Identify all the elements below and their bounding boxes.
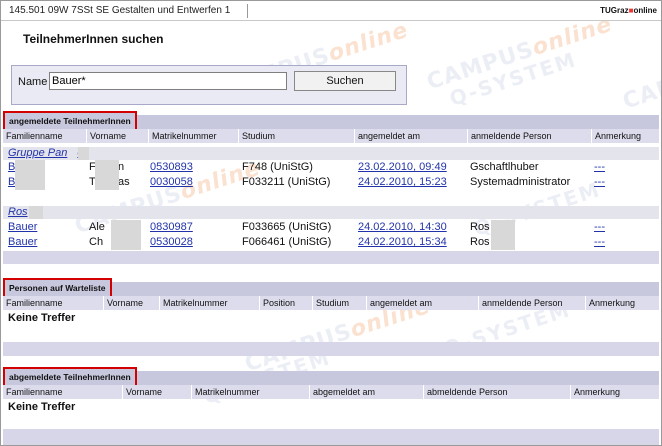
redacted-block [95,160,119,190]
column-header[interactable]: Studium [312,296,366,310]
column-header[interactable]: Studium [238,129,354,143]
anmerkung-link[interactable]: --- [594,161,605,173]
matrikelnummer-link[interactable]: 0530028 [150,236,193,248]
column-header[interactable]: Position [259,296,312,310]
anmeldende-person: Ros [470,236,490,248]
table-header-waitlist: Familienname Vorname Matrikelnummer Posi… [3,296,659,310]
redacted-block [491,220,515,250]
angemeldet-am-link[interactable]: 23.02.2010, 09:49 [358,161,447,173]
vorname: Ale [89,221,105,233]
studium: F033211 (UniStG) [242,176,331,188]
group-link[interactable]: Gruppe Paner [8,147,87,159]
column-header[interactable]: Anmerkung [591,129,659,143]
watermark-q-system: Q-SYSTEM [446,47,580,111]
studium: F748 (UniStG) [242,161,313,173]
empty-result-text: Keine Treffer [8,401,76,413]
matrikelnummer-link[interactable]: 0030058 [150,176,193,188]
group-row: Gruppe Paner [3,147,659,160]
name-label: Name [18,76,48,88]
column-header[interactable]: Vorname [122,385,191,399]
column-header[interactable]: Matrikelnummer [191,385,309,399]
anmeldende-person: Systemadministrator [470,176,571,188]
tugraz-online-logo[interactable]: TUGraz■online [600,6,657,15]
section-title-registered: angemeldete TeilnehmerInnen [3,111,137,131]
column-header[interactable]: Anmerkung [570,385,659,399]
application-window: CAMPUSonline CAMPUSonline Q-SYSTEM CAMPU… [0,0,662,446]
section-title-deregistered: abgemeldete TeilnehmerInnen [3,367,137,387]
search-panel: Name Suchen [11,65,407,105]
anmerkung-link[interactable]: --- [594,236,605,248]
redacted-block [78,147,89,160]
column-header[interactable]: angemeldet am [366,296,478,310]
top-bar: 145.501 09W 7SSt SE Gestalten und Entwer… [1,1,661,21]
column-header[interactable]: anmeldende Person [478,296,585,310]
column-header[interactable]: Matrikelnummer [159,296,259,310]
watermark-campus-online: CAMPUSonline [423,11,616,96]
matrikelnummer-link[interactable]: 0830987 [150,221,193,233]
table-header-deregistered: Familienname Vorname Matrikelnummer abge… [3,385,659,399]
column-header[interactable]: anmeldende Person [467,129,591,143]
anmeldende-person: Gschaftlhuber [470,161,539,173]
column-header[interactable]: Vorname [103,296,159,310]
angemeldet-am-link[interactable]: 24.02.2010, 14:30 [358,221,447,233]
anmerkung-link[interactable]: --- [594,176,605,188]
familienname-link[interactable]: Bauer [8,221,37,233]
group-link[interactable]: Ros [8,206,28,218]
watermark-campus-online: CAMPUS [619,56,662,115]
column-header[interactable]: Vorname [86,129,148,143]
section-footer-band [3,342,659,356]
anmeldende-person: Ros [470,221,490,233]
section-footer-band [3,429,659,445]
course-title: 145.501 09W 7SSt SE Gestalten und Entwer… [9,5,231,16]
section-title-waitlist: Personen auf Warteliste [3,278,112,298]
redacted-block [29,206,43,219]
familienname-link[interactable]: Bauer [8,236,37,248]
matrikelnummer-link[interactable]: 0530893 [150,161,193,173]
page-title: TeilnehmerInnen suchen [23,32,164,46]
angemeldet-am-link[interactable]: 24.02.2010, 15:34 [358,236,447,248]
angemeldet-am-link[interactable]: 24.02.2010, 15:23 [358,176,447,188]
redacted-block [15,160,45,190]
studium: F033665 (UniStG) [242,221,332,233]
group-row: Ros [3,206,659,219]
search-button[interactable]: Suchen [294,71,396,91]
column-header[interactable]: angemeldet am [354,129,467,143]
empty-result-text: Keine Treffer [8,312,76,324]
column-header[interactable]: Familienname [3,385,122,399]
anmerkung-link[interactable]: --- [594,221,605,233]
column-header[interactable]: abmeldende Person [423,385,570,399]
column-header[interactable]: Familienname [3,296,103,310]
redacted-block [111,220,141,250]
column-header[interactable]: Familienname [3,129,86,143]
name-search-input[interactable] [49,72,287,90]
column-header[interactable]: Anmerkung [585,296,659,310]
vorname: Ch [89,236,104,248]
section-footer-band [3,251,659,264]
divider [247,4,248,18]
table-header-registered: Familienname Vorname Matrikelnummer Stud… [3,129,659,143]
studium: F066461 (UniStG) [242,236,332,248]
column-header[interactable]: abgemeldet am [309,385,423,399]
vorname: as [118,176,130,188]
column-header[interactable]: Matrikelnummer [148,129,238,143]
